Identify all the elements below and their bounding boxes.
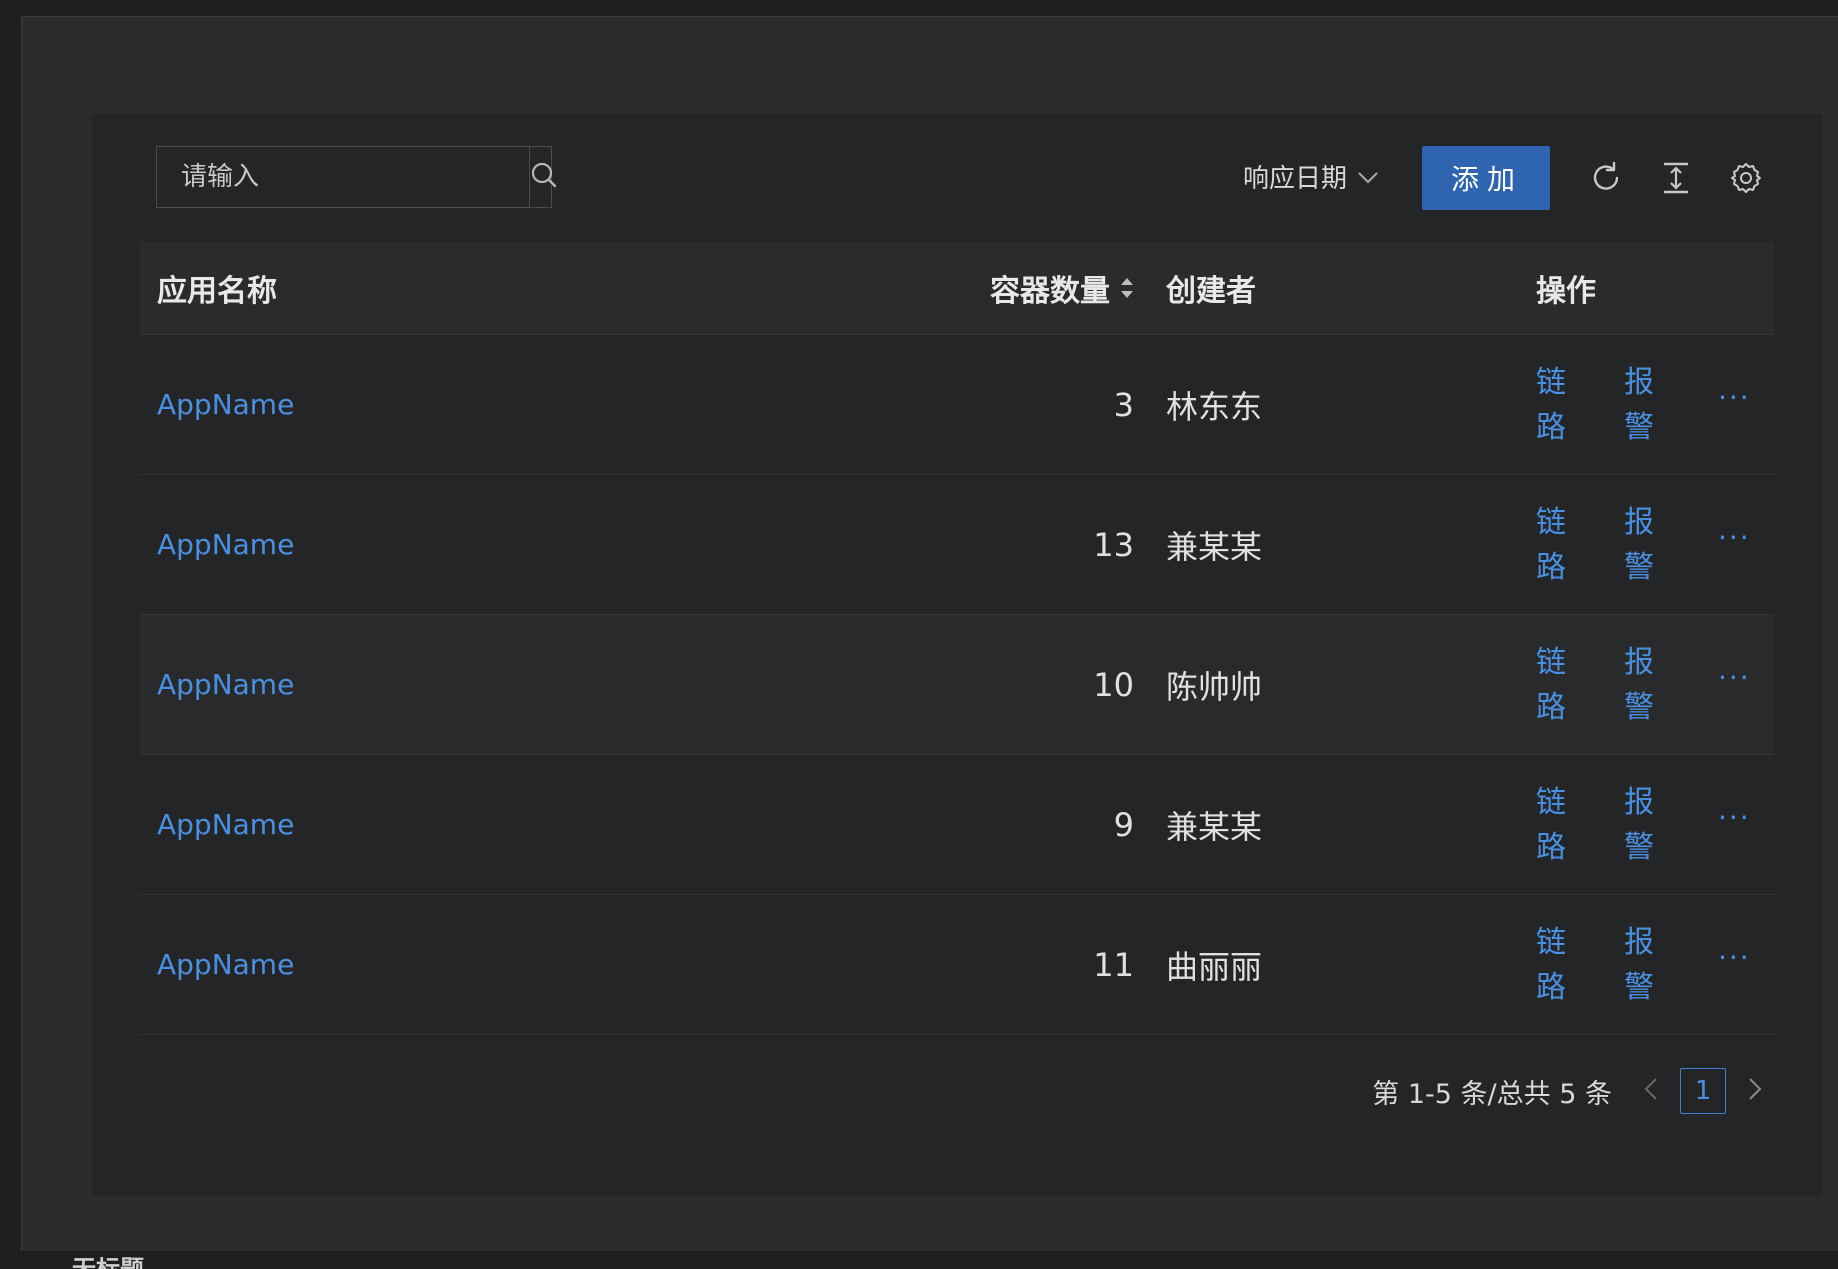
- pagination-summary: 第 1-5 条/总共 5 条: [1372, 1078, 1612, 1110]
- more-icon[interactable]: ···: [1718, 661, 1751, 694]
- app-name-link[interactable]: AppName: [157, 668, 294, 701]
- more-icon[interactable]: ···: [1718, 381, 1751, 414]
- search-button[interactable]: [529, 147, 558, 207]
- table-row: AppName 9 兼某某 链路 报警 ···: [140, 755, 1774, 895]
- app-name-link[interactable]: AppName: [157, 388, 294, 421]
- chevron-right-icon[interactable]: [1748, 1077, 1762, 1105]
- column-header-app-name: 应用名称: [157, 274, 277, 309]
- creator-name: 林东东: [1166, 387, 1263, 426]
- trace-link[interactable]: 链路: [1536, 640, 1568, 730]
- container-count: 11: [1093, 945, 1134, 984]
- trace-link[interactable]: 链路: [1536, 360, 1568, 450]
- container-count: 10: [1093, 665, 1134, 704]
- more-icon[interactable]: ···: [1718, 521, 1751, 554]
- container-count: 3: [1113, 385, 1134, 424]
- column-header-container-count-label: 容器数量: [990, 274, 1110, 309]
- table-row: AppName 13 兼某某 链路 报警 ···: [140, 475, 1774, 615]
- column-header-actions: 操作: [1536, 274, 1596, 309]
- creator-name: 陈帅帅: [1166, 667, 1263, 706]
- page-number-current[interactable]: 1: [1680, 1068, 1726, 1114]
- pagination: 第 1-5 条/总共 5 条 1: [1372, 1068, 1762, 1114]
- creator-name: 兼某某: [1166, 807, 1263, 846]
- search-box: [156, 146, 557, 208]
- table-header: 应用名称 容器数量 创建者 操作: [140, 242, 1774, 335]
- table-card: 响应日期 添加 应用名称 容器数量: [92, 114, 1822, 1196]
- next-section-title: 无标题: [72, 1257, 144, 1269]
- alarm-link[interactable]: 报警: [1624, 500, 1656, 590]
- trace-link[interactable]: 链路: [1536, 780, 1568, 870]
- alarm-link[interactable]: 报警: [1624, 640, 1656, 730]
- date-filter-label: 响应日期: [1243, 164, 1348, 194]
- reload-icon[interactable]: [1588, 160, 1624, 196]
- column-header-creator: 创建者: [1166, 274, 1256, 309]
- table-row: AppName 3 林东东 链路 报警 ···: [140, 335, 1774, 475]
- container-count: 9: [1113, 805, 1134, 844]
- search-input[interactable]: [157, 147, 529, 207]
- app-name-link[interactable]: AppName: [157, 808, 294, 841]
- date-filter-dropdown[interactable]: 响应日期: [1243, 158, 1379, 195]
- alarm-link[interactable]: 报警: [1624, 780, 1656, 870]
- app-name-link[interactable]: AppName: [157, 528, 294, 561]
- more-icon[interactable]: ···: [1718, 941, 1751, 974]
- app-name-link[interactable]: AppName: [157, 948, 294, 981]
- add-button[interactable]: 添加: [1422, 146, 1550, 210]
- page-container: 响应日期 添加 应用名称 容器数量: [21, 16, 1838, 1269]
- chevron-down-icon: [1357, 162, 1379, 192]
- creator-name: 曲丽丽: [1166, 947, 1263, 986]
- column-height-icon[interactable]: [1658, 160, 1694, 196]
- container-count: 13: [1093, 525, 1134, 564]
- trace-link[interactable]: 链路: [1536, 920, 1568, 1010]
- more-icon[interactable]: ···: [1718, 801, 1751, 834]
- creator-name: 兼某某: [1166, 527, 1263, 566]
- search-icon: [530, 161, 558, 193]
- app-table: 应用名称 容器数量 创建者 操作 AppName 3 林东东 链路 报警 ···: [140, 242, 1774, 1035]
- column-header-container-count[interactable]: 容器数量: [928, 266, 1148, 310]
- sort-icon[interactable]: [1120, 277, 1134, 299]
- table-row: AppName 11 曲丽丽 链路 报警 ···: [140, 895, 1774, 1035]
- settings-icon[interactable]: [1728, 160, 1764, 196]
- alarm-link[interactable]: 报警: [1624, 360, 1656, 450]
- table-row: AppName 10 陈帅帅 链路 报警 ···: [140, 615, 1774, 755]
- chevron-left-icon[interactable]: [1644, 1077, 1658, 1105]
- alarm-link[interactable]: 报警: [1624, 920, 1656, 1010]
- trace-link[interactable]: 链路: [1536, 500, 1568, 590]
